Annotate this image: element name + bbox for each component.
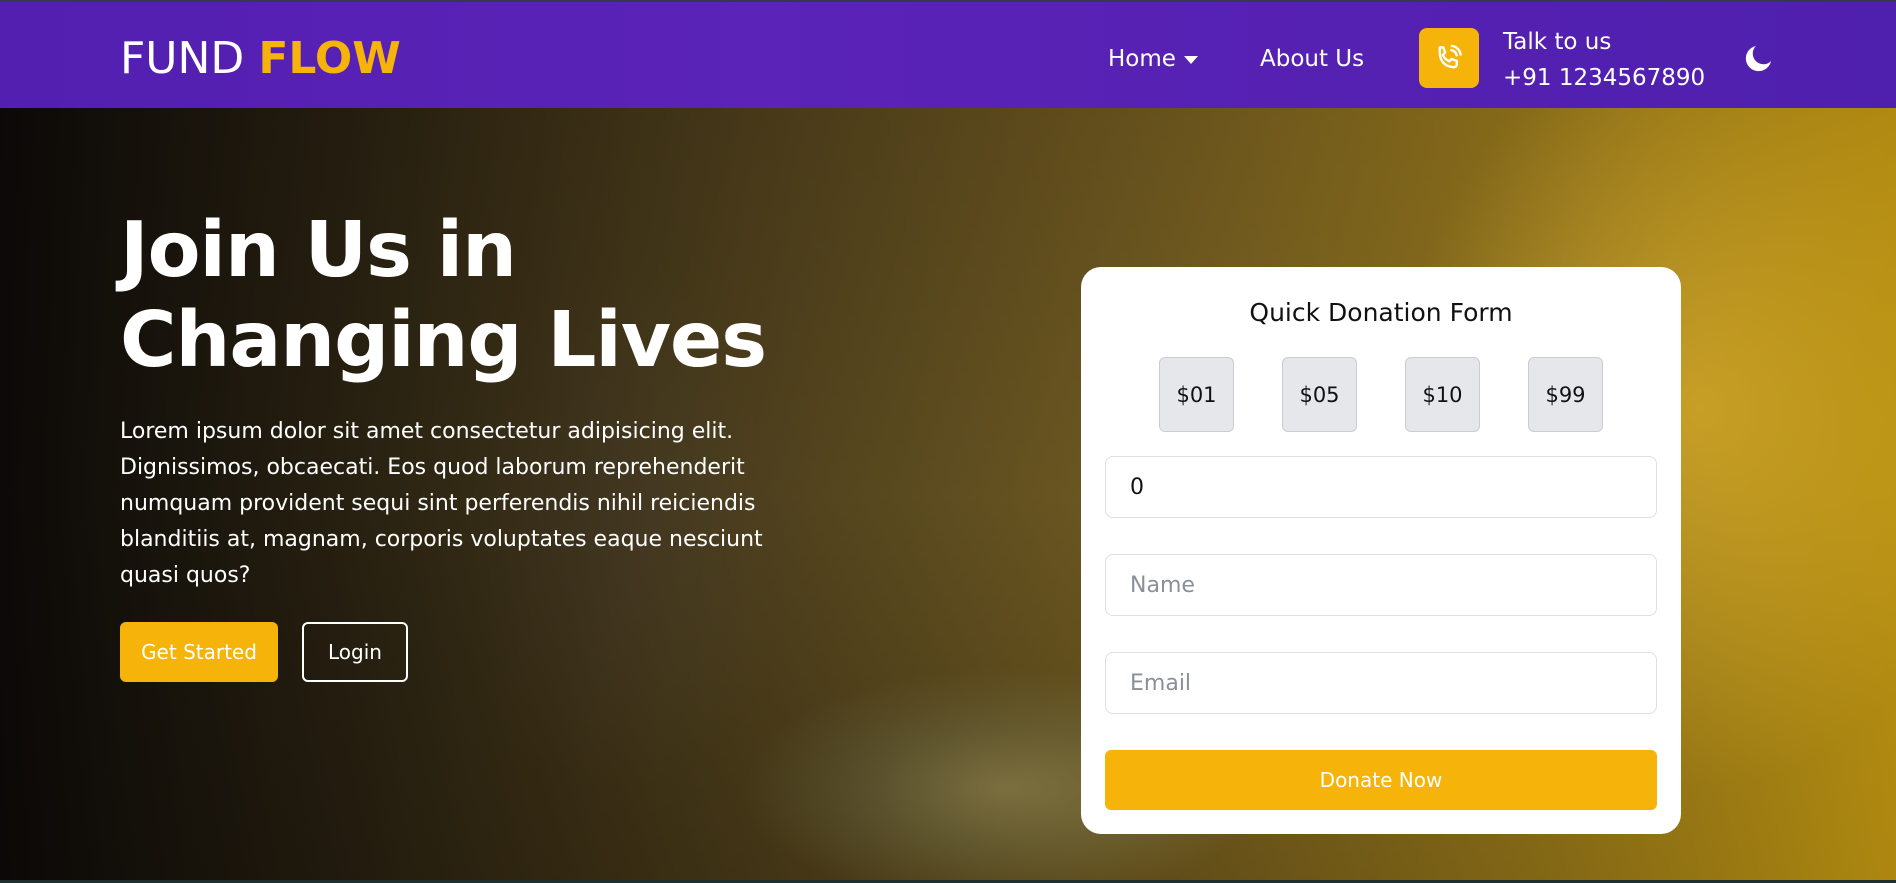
form-title: Quick Donation Form — [1249, 298, 1513, 327]
phone-icon — [1438, 44, 1462, 69]
logo[interactable]: FUND FLOW — [120, 34, 401, 84]
phone-number[interactable]: +91 1234567890 — [1503, 63, 1705, 93]
quick-donation-form: Quick Donation Form $01 $05 $10 $99 Dona… — [1081, 267, 1681, 834]
moon-icon[interactable] — [1742, 41, 1776, 75]
nav-home[interactable]: Home — [1108, 44, 1198, 74]
phone-button[interactable] — [1419, 28, 1479, 88]
logo-flow: FLOW — [258, 33, 401, 84]
amount-option-5[interactable]: $05 — [1282, 357, 1357, 432]
amount-option-99[interactable]: $99 — [1528, 357, 1603, 432]
hero-description: Lorem ipsum dolor sit amet consectetur a… — [120, 419, 763, 588]
get-started-button[interactable]: Get Started — [120, 622, 278, 682]
navbar: FUND FLOW Home About Us Talk to us +91 1… — [0, 0, 1896, 108]
talk-to-us-label: Talk to us — [1503, 29, 1612, 55]
hero-title: Join Us in Changing Lives — [120, 206, 767, 385]
amount-option-10[interactable]: $10 — [1405, 357, 1480, 432]
logo-fund: FUND — [120, 33, 245, 84]
nav-home-label: Home — [1108, 46, 1176, 72]
page: FUND FLOW Home About Us Talk to us +91 1… — [0, 0, 1896, 883]
chevron-down-icon — [1183, 56, 1198, 64]
amount-option-1[interactable]: $01 — [1159, 357, 1234, 432]
donate-now-button[interactable]: Donate Now — [1105, 750, 1657, 810]
nav-about-us[interactable]: About Us — [1260, 44, 1364, 74]
email-input[interactable] — [1105, 652, 1657, 714]
amount-input[interactable] — [1105, 456, 1657, 518]
hero-section: Join Us in Changing Lives Lorem ipsum do… — [0, 108, 1896, 883]
name-input[interactable] — [1105, 554, 1657, 616]
login-button[interactable]: Login — [302, 622, 408, 682]
